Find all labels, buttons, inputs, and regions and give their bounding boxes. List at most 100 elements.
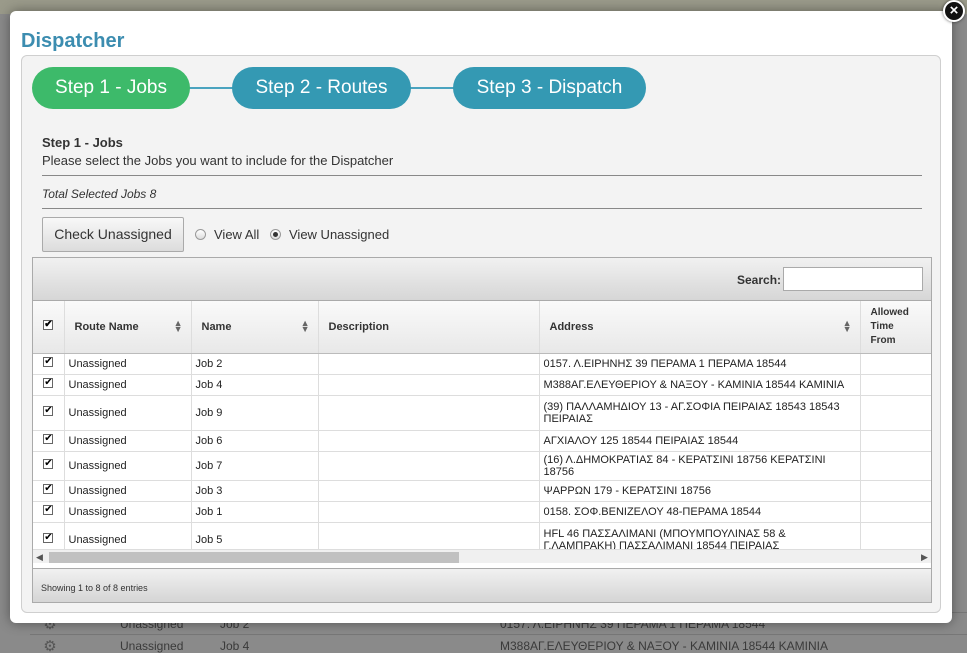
search-label: Search: [737,273,782,287]
jobs-table: Route Name ▲▼ Name ▲▼ Description Address ▲… [33,301,931,558]
background-name: Job 4 [220,638,250,653]
total-selected-jobs: Total Selected Jobs 8 [42,187,157,201]
description-cell [318,430,540,452]
description-cell [318,353,540,375]
horizontal-scrollbar[interactable]: ◀ ▶ [33,549,931,564]
divider [42,208,922,209]
route-cell: Unassigned [64,480,192,502]
section-title: Step 1 - Jobs [42,135,123,150]
background-row: ⚙ Unassigned Job 4 Μ388ΑΓ.ΕΛΕΥΘΕΡΙΟΥ & Ν… [30,634,967,653]
row-select-cell [33,395,65,431]
view-all-radio[interactable] [195,229,206,240]
row-checkbox[interactable] [43,459,54,469]
row-select-cell [33,480,65,502]
row-checkbox[interactable] [43,434,54,444]
header-name-label: Name [201,320,232,333]
row-checkbox[interactable] [43,533,54,543]
allowed-cell [860,451,931,481]
allowed-cell [860,374,931,396]
table-row[interactable]: Unassigned Job 2 0157. Λ.ΕΙΡΗΝΗΣ 39 ΠΕΡΑ… [33,353,931,375]
table-row[interactable]: Unassigned Job 7 (16) Λ.ΔΗΜΟΚΡΑΤΙΑΣ 84 -… [33,451,931,481]
close-icon[interactable]: × [943,0,965,22]
description-cell [318,501,540,523]
row-checkbox[interactable] [43,378,54,388]
scrollbar-thumb[interactable] [49,552,459,563]
route-cell: Unassigned [64,451,192,481]
name-cell: Job 9 [191,395,319,431]
sort-icon: ▲ ▼ [300,318,310,334]
allowed-cell [860,395,931,431]
allowed-cell [860,430,931,452]
description-cell [318,480,540,502]
scroll-left-icon[interactable]: ◀ [36,550,43,564]
view-all-label: View All [214,227,260,242]
name-cell: Job 6 [191,430,319,452]
header-name[interactable]: Name ▲ ▼ [191,301,319,354]
view-unassigned-label: View Unassigned [289,227,390,242]
row-select-cell [33,353,65,375]
table-footer: Showing 1 to 8 of 8 entries [33,568,931,602]
table-row[interactable]: Unassigned Job 3 ΨΑΡΡΩΝ 179 - ΚΕΡΑΤΣΙΝΙ … [33,480,931,502]
scroll-right-icon[interactable]: ▶ [921,550,928,564]
table-row[interactable]: Unassigned Job 9 (39) ΠΑΛΛΑΜΗΔΙΟΥ 13 - Α… [33,395,931,431]
name-cell: Job 4 [191,374,319,396]
header-allowed-time-from[interactable]: Allowed Time From [860,301,931,354]
jobs-table-container: Search: Route Name ▲▼ Name ▲▼ Description … [32,257,932,603]
table-header-row: Route Name ▲▼ Name ▲▼ Description Address ▲… [33,301,931,354]
header-allowed-label: Allowed Time From [870,307,909,346]
header-route-name-label: Route Name [74,320,139,333]
section-description: Please select the Jobs you want to inclu… [42,153,394,168]
name-cell: Job 3 [191,480,319,502]
allowed-cell [860,501,931,523]
name-cell: Job 7 [191,451,319,481]
description-cell [318,395,540,431]
route-cell: Unassigned [64,374,192,396]
header-address-label: Address [549,320,594,333]
wizard-steps: Step 1 - Jobs Step 2 - Routes Step 3 - D… [32,67,672,109]
table-toolbar: Search: [33,258,931,301]
view-all-option[interactable]: View All [195,227,259,242]
sort-icon: ▲ ▼ [173,318,183,334]
step-2-routes[interactable]: Step 2 - Routes [232,67,411,109]
header-description[interactable]: Description [318,301,540,354]
row-checkbox[interactable] [43,406,54,416]
address-cell: (16) Λ.ΔΗΜΟΚΡΑΤΙΑΣ 84 - ΚΕΡΑΤΣΙΝΙ 18756 … [539,451,861,481]
row-select-cell [33,374,65,396]
row-select-cell [33,451,65,481]
row-checkbox[interactable] [43,505,54,515]
address-cell: (39) ΠΑΛΛΑΜΗΔΙΟΥ 13 - ΑΓ.ΣΟΦΙΑ ΠΕΙΡΑΙΑΣ … [539,395,861,431]
step-1-jobs[interactable]: Step 1 - Jobs [32,67,190,109]
route-cell: Unassigned [64,395,192,431]
sort-icon: ▲ ▼ [842,318,852,334]
row-select-cell [33,501,65,523]
header-route-name[interactable]: Route Name ▲ ▼ [64,301,192,354]
modal-title: Dispatcher [21,30,125,52]
gear-icon: ⚙ [43,637,57,653]
select-all-checkbox[interactable] [43,320,54,331]
table-row[interactable]: Unassigned Job 4 Μ388ΑΓ.ΕΛΕΥΘΕΡΙΟΥ & ΝΑΞ… [33,374,931,396]
address-cell: ΨΑΡΡΩΝ 179 - ΚΕΡΑΤΣΙΝΙ 18756 [539,480,861,502]
background-address: Μ388ΑΓ.ΕΛΕΥΘΕΡΙΟΥ & ΝΑΞΟΥ - ΚΑΜΙΝΙΑ 1854… [500,638,829,653]
showing-entries-info: Showing 1 to 8 of 8 entries [41,583,148,593]
allowed-cell [860,480,931,502]
divider [42,175,922,176]
allowed-cell [860,353,931,375]
table-row[interactable]: Unassigned Job 1 0158. ΣΟΦ.ΒΕΝΙΖΕΛΟΥ 48-… [33,501,931,523]
route-cell: Unassigned [64,430,192,452]
description-cell [318,451,540,481]
view-unassigned-radio[interactable] [270,229,281,240]
address-cell: 0157. Λ.ΕΙΡΗΝΗΣ 39 ΠΕΡΑΜΑ 1 ΠΕΡΑΜΑ 18544 [539,353,861,375]
search-input[interactable] [783,267,923,291]
route-cell: Unassigned [64,353,192,375]
row-checkbox[interactable] [43,484,54,494]
step-3-dispatch[interactable]: Step 3 - Dispatch [453,67,646,109]
view-unassigned-option[interactable]: View Unassigned [270,227,389,242]
check-unassigned-button[interactable]: Check Unassigned [42,217,184,252]
dispatcher-modal: Dispatcher Step 1 - Jobs Step 2 - Routes… [10,11,952,623]
name-cell: Job 1 [191,501,319,523]
table-row[interactable]: Unassigned Job 6 ΑΓΧΙΑΛΟΥ 125 18544 ΠΕΙΡ… [33,430,931,452]
name-cell: Job 2 [191,353,319,375]
address-cell: Μ388ΑΓ.ΕΛΕΥΘΕΡΙΟΥ & ΝΑΞΟΥ - ΚΑΜΙΝΙΑ 1854… [539,374,861,396]
header-address[interactable]: Address ▲ ▼ [539,301,861,354]
row-checkbox[interactable] [43,357,54,367]
